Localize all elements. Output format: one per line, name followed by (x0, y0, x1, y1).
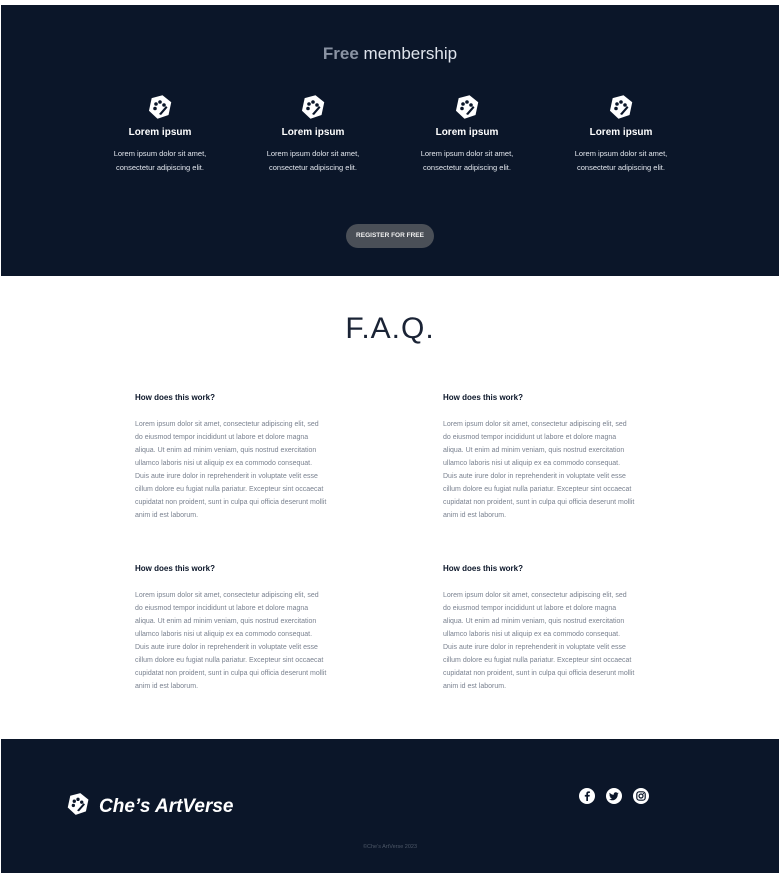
membership-section: Free membership Lorem ipsum Lorem ipsum … (1, 5, 779, 276)
faq-question: How does this work? (135, 564, 216, 573)
copyright: ©Che’s ArtVerse 2023 (362, 844, 418, 850)
feature-desc-line: Lorem ipsum dolor sit amet, (420, 149, 514, 158)
palette-icon (299, 93, 327, 121)
membership-title-bold: Free (322, 44, 359, 63)
register-button[interactable]: REGISTER FOR FREE (346, 224, 434, 248)
faq-item: How does this work? Lorem ipsum dolor si… (135, 393, 327, 522)
feature-desc: Lorem ipsum dolor sit amet, consectetur a… (243, 147, 383, 175)
faq-item: How does this work? Lorem ipsum dolor si… (443, 564, 635, 693)
feature-desc-line: Lorem ipsum dolor sit amet, (574, 149, 668, 158)
membership-title: Free membership (1, 44, 779, 64)
faq-section: F.A.Q. How does this work? Lorem ipsum d… (1, 276, 779, 739)
feature-desc: Lorem ipsum dolor sit amet, consectetur a… (551, 147, 691, 175)
palette-icon (453, 93, 481, 121)
faq-answer: Lorem ipsum dolor sit amet, consectetur … (135, 592, 327, 690)
feature-desc: Lorem ipsum dolor sit amet, consectetur a… (397, 147, 537, 175)
feature-title: Lorem ipsum (281, 127, 345, 138)
feature-desc-line: consectetur adipiscing elit. (423, 163, 511, 172)
feature-desc-line: Lorem ipsum dolor sit amet, (266, 149, 360, 158)
feature-desc-line: consectetur adipiscing elit. (116, 163, 204, 172)
feature-desc: Lorem ipsum dolor sit amet, consectetur a… (90, 147, 230, 175)
facebook-icon[interactable] (579, 788, 595, 804)
feature-4: Lorem ipsum Lorem ipsum dolor sit amet, c… (551, 93, 691, 175)
faq-answer: Lorem ipsum dolor sit amet, consectetur … (443, 421, 635, 519)
feature-3: Lorem ipsum Lorem ipsum dolor sit amet, c… (397, 93, 537, 175)
faq-question: How does this work? (443, 393, 524, 402)
footer: Che’s ArtVerse ©Che’s ArtVerse 2023 (1, 739, 779, 873)
faq-item: How does this work? Lorem ipsum dolor si… (443, 393, 635, 522)
twitter-icon[interactable] (606, 788, 622, 804)
palette-icon (146, 93, 174, 121)
palette-icon (607, 93, 635, 121)
feature-2: Lorem ipsum Lorem ipsum dolor sit amet, c… (243, 93, 383, 175)
feature-title: Lorem ipsum (435, 127, 499, 138)
faq-answer: Lorem ipsum dolor sit amet, consectetur … (443, 592, 635, 690)
faq-item: How does this work? Lorem ipsum dolor si… (135, 564, 327, 693)
membership-title-rest: membership (358, 44, 458, 63)
faq-answer: Lorem ipsum dolor sit amet, consectetur … (135, 421, 327, 519)
palette-icon (65, 791, 91, 822)
brand-logo[interactable]: Che’s ArtVerse (65, 791, 233, 822)
feature-title: Lorem ipsum (128, 127, 192, 138)
feature-title: Lorem ipsum (589, 127, 653, 138)
feature-desc-line: consectetur adipiscing elit. (577, 163, 665, 172)
feature-1: Lorem ipsum Lorem ipsum dolor sit amet, c… (90, 93, 230, 175)
faq-title: F.A.Q. (345, 312, 435, 345)
feature-desc-line: Lorem ipsum dolor sit amet, (113, 149, 207, 158)
faq-question: How does this work? (135, 393, 216, 402)
instagram-icon[interactable] (633, 788, 649, 804)
brand-name: Che’s ArtVerse (99, 795, 234, 817)
feature-desc-line: consectetur adipiscing elit. (269, 163, 357, 172)
faq-question: How does this work? (443, 564, 524, 573)
page: Free membership Lorem ipsum Lorem ipsum … (1, 5, 779, 873)
